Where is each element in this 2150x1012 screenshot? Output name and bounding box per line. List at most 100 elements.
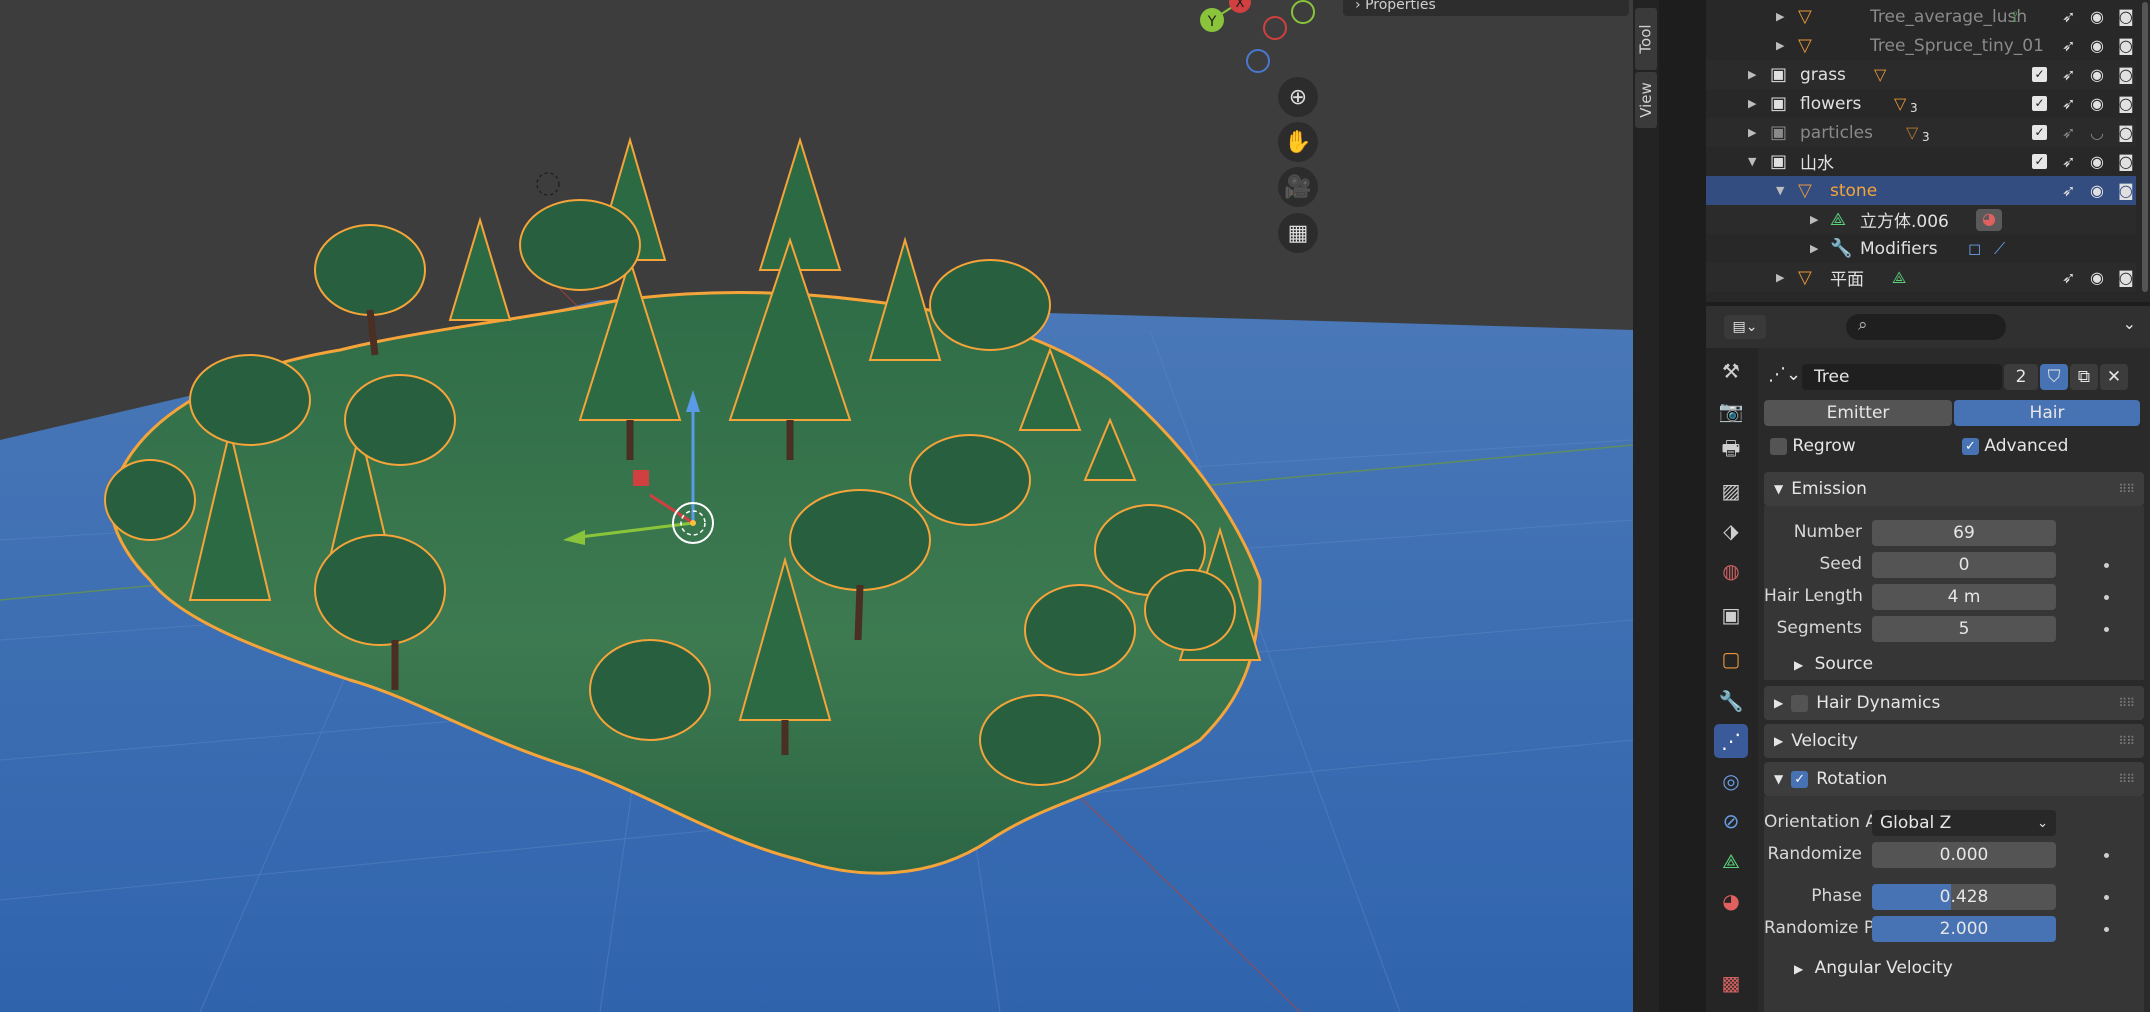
hair-tab[interactable]: Hair xyxy=(1954,400,2140,426)
duplicate-icon[interactable]: ⧉ xyxy=(2070,364,2098,390)
select-cursor-icon[interactable]: ➶ xyxy=(2062,36,2075,55)
drag-grip-icon[interactable]: ⠿⠿ xyxy=(2118,734,2135,748)
modifier-displace-icon[interactable]: ⟋ xyxy=(1994,239,2005,259)
drag-grip-icon[interactable]: ⠿⠿ xyxy=(2118,696,2135,710)
regrow-checkbox[interactable]: Regrow xyxy=(1770,436,1856,456)
tab-data-icon[interactable]: ⟁ xyxy=(1714,844,1748,878)
angular-velocity-subpanel-header[interactable]: ▶ Angular Velocity xyxy=(1794,958,1953,978)
expand-arrow-icon[interactable]: ▶ xyxy=(1776,10,1784,23)
tab-collection-icon[interactable]: ▣ xyxy=(1714,598,1748,632)
material-icon[interactable]: ◕ xyxy=(1976,208,2002,231)
particle-settings-name[interactable]: Tree xyxy=(1802,364,2002,390)
eye-icon[interactable]: ◉ xyxy=(2090,36,2104,55)
expand-arrow-icon[interactable]: ▶ xyxy=(1748,68,1756,81)
outliner-row-mesh-data[interactable]: ▶ ⟁ 立方体.006 ◕ xyxy=(1706,205,2136,234)
tab-modifiers-icon[interactable]: 🔧 xyxy=(1714,684,1748,718)
tab-physics-icon[interactable]: ◎ xyxy=(1714,764,1748,798)
drag-grip-icon[interactable]: ⠿⠿ xyxy=(2118,482,2135,496)
advanced-checkbox-box[interactable]: ✓ xyxy=(1962,437,1979,455)
outliner-scrollbar[interactable] xyxy=(2142,2,2148,292)
viewport-properties-panel[interactable]: › Properties xyxy=(1343,0,1629,16)
outliner-row-flowers[interactable]: ▶ ▣ flowers ▽ 3 ✓ ➶ ◉ ◙ xyxy=(1706,89,2136,118)
tab-render-icon[interactable]: 📷 xyxy=(1714,394,1748,428)
eye-icon[interactable]: ◉ xyxy=(2090,94,2104,113)
search-input[interactable]: ⌕ xyxy=(1846,314,2006,340)
expand-arrow-icon[interactable]: ▶ xyxy=(1810,213,1818,226)
tab-world-icon[interactable]: ◍ xyxy=(1714,554,1748,588)
keyframe-dot-icon[interactable] xyxy=(2104,853,2109,858)
keyframe-dot-icon[interactable] xyxy=(2104,627,2109,632)
eye-icon[interactable]: ◉ xyxy=(2090,268,2104,287)
outliner-row-particles[interactable]: ▶ ▣ particles ▽ 3 ✓ ➶ ◡ ◙ xyxy=(1706,118,2136,147)
phase-slider[interactable]: 0.428 xyxy=(1872,884,2056,910)
tab-view[interactable]: View xyxy=(1635,72,1657,128)
outliner-row-modifiers[interactable]: ▶ 🔧 Modifiers ◻ ⟋ xyxy=(1706,234,2136,263)
hair-dynamics-checkbox[interactable] xyxy=(1791,694,1809,712)
tab-tool-settings-icon[interactable]: ⚒ xyxy=(1714,354,1748,388)
tab-particles-icon[interactable]: ⋰ xyxy=(1714,724,1748,758)
select-cursor-icon[interactable]: ➶ xyxy=(2062,268,2075,287)
exclude-checkbox[interactable]: ✓ xyxy=(2032,125,2047,140)
eye-icon[interactable]: ◉ xyxy=(2090,152,2104,171)
keyframe-dot-icon[interactable] xyxy=(2104,927,2109,932)
eye-icon[interactable]: ◉ xyxy=(2090,65,2104,84)
expand-arrow-icon[interactable]: ▶ xyxy=(1748,97,1756,110)
3d-viewport[interactable]: Y X ⊕ ✋ 🎥 ▦ › Properties xyxy=(0,0,1633,1012)
camera-render-icon[interactable]: ◙ xyxy=(2118,123,2134,142)
camera-render-icon[interactable]: ◙ xyxy=(2118,181,2134,200)
eye-icon[interactable]: ◉ xyxy=(2090,181,2104,200)
grid-perspective-icon[interactable]: ▦ xyxy=(1278,213,1318,253)
zoom-icon[interactable]: ⊕ xyxy=(1278,77,1318,117)
select-cursor-icon[interactable]: ➶ xyxy=(2062,181,2075,200)
tab-scene-icon[interactable]: ⬗ xyxy=(1714,514,1748,548)
outliner-row-tree-average-lush[interactable]: ▶ ▽ Tree_average_lush ⟟ ➶ ◉ ◙ xyxy=(1706,2,2136,31)
eye-closed-icon[interactable]: ◡ xyxy=(2090,123,2104,142)
outliner-row-plane[interactable]: ▶ ▽ 平面 ⟁ ➶ ◉ ◙ xyxy=(1706,263,2136,292)
outliner-row-tree-spruce[interactable]: ▶ ▽ Tree_Spruce_tiny_01 ➶ ◉ ◙ xyxy=(1706,31,2136,60)
emission-panel-header[interactable]: ▼ Emission ⠿⠿ xyxy=(1764,472,2144,506)
source-subpanel-header[interactable]: ▶ Source xyxy=(1794,654,1873,674)
properties-editor[interactable]: ▤⌄ ⌕ ⌄ ⚒ 📷 🖶 ▨ ⬗ ◍ ▣ ▢ 🔧 ⋰ ◎ ⊘ ⟁ ◕ ▩ ⋰⌄ … xyxy=(1706,306,2150,1012)
number-field[interactable]: 69 xyxy=(1872,520,2056,546)
drag-grip-icon[interactable]: ⠿⠿ xyxy=(2118,772,2135,786)
camera-render-icon[interactable]: ◙ xyxy=(2118,268,2134,287)
outliner-row-stone[interactable]: ▼ ▽ stone ➶ ◉ ◙ xyxy=(1706,176,2136,205)
randomize-field[interactable]: 0.000 xyxy=(1872,842,2056,868)
rotation-checkbox[interactable]: ✓ xyxy=(1791,770,1809,788)
select-cursor-icon[interactable]: ➶ xyxy=(2062,65,2075,84)
velocity-panel-header[interactable]: ▶ Velocity ⠿⠿ xyxy=(1764,724,2144,758)
tab-view-layer-icon[interactable]: ▨ xyxy=(1714,474,1748,508)
exclude-checkbox[interactable]: ✓ xyxy=(2032,67,2047,82)
select-cursor-icon[interactable]: ➶ xyxy=(2062,7,2075,26)
editor-type-icon[interactable]: ▤⌄ xyxy=(1724,315,1766,339)
expand-arrow-icon[interactable]: ▶ xyxy=(1776,271,1784,284)
expand-arrow-icon[interactable]: ▶ xyxy=(1748,126,1756,139)
keyframe-dot-icon[interactable] xyxy=(2104,563,2109,568)
seed-field[interactable]: 0 xyxy=(1872,552,2056,578)
regrow-checkbox-box[interactable] xyxy=(1770,437,1787,455)
outliner-row-shanshui[interactable]: ▼ ▣ 山水 ✓ ➶ ◉ ◙ xyxy=(1706,147,2136,176)
keyframe-dot-icon[interactable] xyxy=(2104,895,2109,900)
orientation-axis-dropdown[interactable]: Global Z ⌄ xyxy=(1872,810,2056,836)
randomize-phase-field[interactable]: 2.000 xyxy=(1872,916,2056,942)
select-cursor-icon[interactable]: ➶ xyxy=(2062,152,2075,171)
segments-field[interactable]: 5 xyxy=(1872,616,2056,642)
hair-length-field[interactable]: 4 m xyxy=(1872,584,2056,610)
particle-settings-icon[interactable]: ⋰⌄ xyxy=(1768,364,1801,385)
exclude-checkbox[interactable]: ✓ xyxy=(2032,154,2047,169)
options-chevron-icon[interactable]: ⌄ xyxy=(2123,314,2136,333)
outliner[interactable]: ▶ ▽ Tree_average_lush ⟟ ➶ ◉ ◙ ▶ ▽ Tree_S… xyxy=(1706,0,2150,302)
modifier-subsurf-icon[interactable]: ◻ xyxy=(1968,239,1981,258)
expand-arrow-icon[interactable]: ▶ xyxy=(1776,39,1784,52)
tab-texture-icon[interactable]: ▩ xyxy=(1714,966,1748,1000)
camera-render-icon[interactable]: ◙ xyxy=(2118,94,2134,113)
outliner-row-grass[interactable]: ▶ ▣ grass ▽ ✓ ➶ ◉ ◙ xyxy=(1706,60,2136,89)
advanced-checkbox[interactable]: ✓ Advanced xyxy=(1962,436,2068,456)
tab-material-icon[interactable]: ◕ xyxy=(1714,884,1748,918)
fake-user-shield-icon[interactable]: ⛉ xyxy=(2040,364,2068,390)
camera-render-icon[interactable]: ◙ xyxy=(2118,65,2134,84)
exclude-checkbox[interactable]: ✓ xyxy=(2032,96,2047,111)
eye-icon[interactable]: ◉ xyxy=(2090,7,2104,26)
tab-constraints-icon[interactable]: ⊘ xyxy=(1714,804,1748,838)
collapse-arrow-icon[interactable]: ▼ xyxy=(1776,184,1784,197)
